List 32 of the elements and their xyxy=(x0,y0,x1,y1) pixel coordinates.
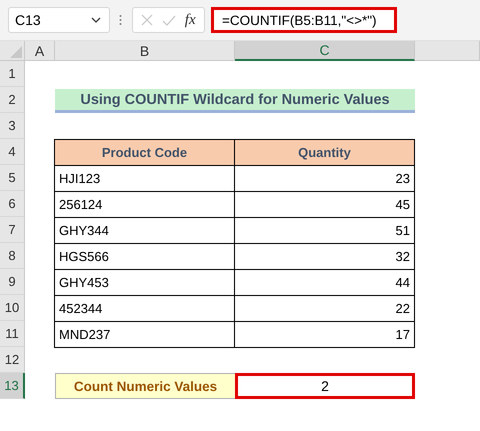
table-cell: 17 xyxy=(234,321,415,348)
result-cell[interactable]: 2 xyxy=(235,373,415,399)
row-header[interactable]: 2 xyxy=(0,87,25,113)
row-header[interactable]: 10 xyxy=(0,295,25,321)
name-box[interactable]: C13 xyxy=(8,7,110,33)
more-icon[interactable] xyxy=(119,14,122,26)
row-header[interactable]: 6 xyxy=(0,191,25,217)
row-header[interactable]: 5 xyxy=(0,165,25,191)
formula-field[interactable]: =COUNTIF(B5:B11,"<>*") xyxy=(211,7,397,33)
check-icon[interactable] xyxy=(162,14,176,26)
sheet-title: Using COUNTIF Wildcard for Numeric Values xyxy=(55,89,415,113)
table-cell: MND237 xyxy=(54,321,235,348)
column-heading: Product Code xyxy=(54,139,235,166)
triangle-icon xyxy=(10,46,22,58)
insert-function-button[interactable]: fx xyxy=(184,12,196,28)
column-header[interactable]: B xyxy=(55,41,235,61)
select-all-button[interactable] xyxy=(0,41,25,61)
row-header[interactable]: 8 xyxy=(0,243,25,269)
row-header[interactable]: 11 xyxy=(0,321,25,347)
row-header[interactable]: 9 xyxy=(0,269,25,295)
row-header[interactable]: 3 xyxy=(0,113,25,139)
row-header[interactable]: 7 xyxy=(0,217,25,243)
cancel-icon[interactable] xyxy=(141,14,154,26)
column-header[interactable]: A xyxy=(25,41,55,61)
column-heading: Quantity xyxy=(234,139,415,166)
chevron-down-icon xyxy=(91,17,101,23)
row-header[interactable]: 1 xyxy=(0,61,25,87)
column-header[interactable]: C xyxy=(235,41,415,61)
row-header[interactable]: 4 xyxy=(0,139,25,165)
summary-label: Count Numeric Values xyxy=(55,373,236,399)
row-header[interactable]: 12 xyxy=(0,347,25,373)
row-header[interactable]: 13 xyxy=(0,373,25,399)
